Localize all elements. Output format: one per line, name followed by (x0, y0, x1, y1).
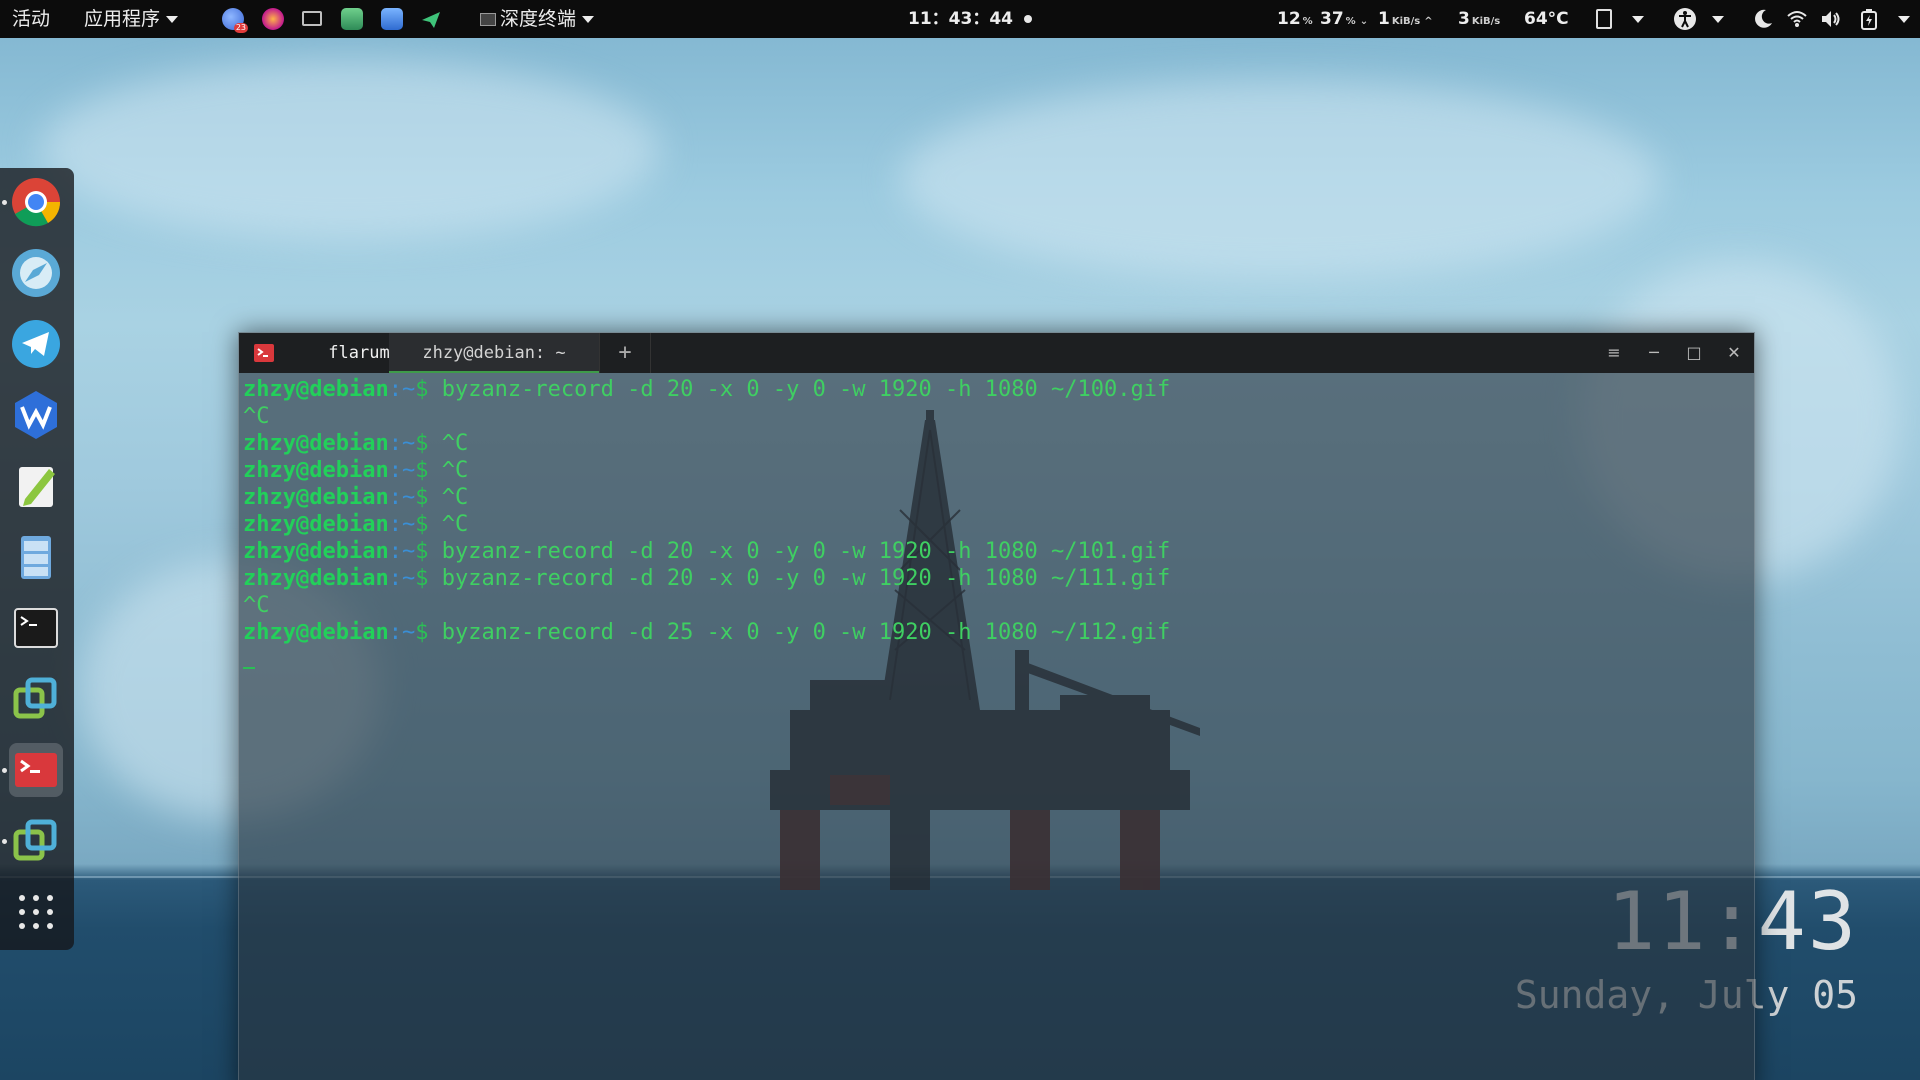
dock-item-deepin-terminal[interactable] (9, 743, 63, 797)
terminal-line: zhzy@debian:~$ byzanz-record -d 20 -x 0 … (243, 566, 1171, 591)
cpu-value: 12 (1277, 9, 1301, 29)
vmware-icon (13, 819, 57, 861)
terminal-output[interactable]: zhzy@debian:~$ byzanz-record -d 20 -x 0 … (243, 373, 1750, 1080)
terminal-line: ^C (243, 593, 270, 618)
app-grid-icon (19, 895, 53, 929)
chevron-down-icon[interactable] (1632, 16, 1644, 23)
volume-icon[interactable] (1820, 8, 1842, 30)
active-app-label: 深度终端 (500, 8, 577, 30)
dock (0, 168, 74, 950)
close-button[interactable]: ✕ (1714, 333, 1754, 373)
terminal-window[interactable]: flarum zhzy@debian: ~ + ≡ ─ □ ✕ zhzy@deb… (238, 332, 1755, 1080)
dock-item-terminal[interactable] (9, 601, 63, 655)
wifi-icon[interactable] (1786, 8, 1808, 30)
net-download: 1 KiB/s ^ (1378, 0, 1435, 38)
cpu-temperature: 64°C (1524, 9, 1569, 29)
maximize-button[interactable]: □ (1674, 333, 1714, 373)
running-indicator (2, 839, 7, 844)
telegram-icon (12, 320, 60, 368)
net-download-value: 1 (1378, 9, 1390, 29)
chevron-down-icon[interactable] (1898, 16, 1910, 23)
dock-item-chrome[interactable] (9, 175, 63, 229)
notification-dot-icon (1024, 15, 1032, 23)
night-mode-icon[interactable] (1752, 8, 1774, 30)
chevron-down-icon (166, 16, 179, 23)
memory-unit: % (1345, 16, 1356, 27)
send-icon[interactable] (422, 11, 444, 33)
desktop: 11:43 Sunday, July 05 活动 应用程序 23 深度终端 11… (0, 0, 1920, 1080)
dock-item-text-editor[interactable] (9, 459, 63, 513)
running-indicator (2, 200, 7, 205)
cpu-usage: 12% (1277, 0, 1315, 38)
dock-item-vmware-2[interactable] (9, 814, 63, 868)
chrome-icon (12, 178, 61, 227)
clipboard-icon[interactable] (1596, 9, 1612, 29)
terminal-cursor-line (243, 646, 1750, 673)
terminal-line: zhzy@debian:~$ byzanz-record -d 20 -x 0 … (243, 377, 1171, 402)
wallpaper-cloud (900, 80, 1660, 280)
deepin-terminal-icon (15, 753, 57, 787)
chevron-down-icon (582, 16, 595, 23)
accessibility-icon[interactable] (1674, 8, 1696, 30)
wps-icon (15, 391, 57, 439)
terminal-line: zhzy@debian:~$ byzanz-record -d 20 -x 0 … (243, 539, 1171, 564)
dock-item-vmware[interactable] (9, 672, 63, 726)
terminal-line: zhzy@debian:~$ byzanz-record -d 25 -x 0 … (243, 620, 1171, 645)
memory-usage: 37% ⌄ (1320, 0, 1370, 38)
minimize-button[interactable]: ─ (1634, 333, 1674, 373)
terminal-line: zhzy@debian:~$ ^C (243, 512, 469, 537)
net-upload-unit: KiB/s (1471, 16, 1501, 27)
text-cursor (243, 667, 255, 669)
active-app-menu[interactable]: 深度终端 (480, 0, 595, 38)
net-upload-value: 3 (1458, 9, 1470, 29)
memory-value: 37 (1320, 9, 1344, 29)
terminal-line: ^C (243, 404, 270, 429)
vmware-icon (13, 677, 57, 719)
running-indicator (2, 768, 7, 773)
terminal-line: zhzy@debian:~$ ^C (243, 458, 469, 483)
terminal-titlebar[interactable]: flarum zhzy@debian: ~ + ≡ ─ □ ✕ (239, 333, 1754, 373)
up-arrow-icon: ^ (1424, 16, 1433, 27)
top-clock[interactable]: 11：43：44 (908, 0, 1013, 38)
chrome-tray-icon[interactable]: 23 (222, 8, 248, 33)
dock-item-wps[interactable] (9, 388, 63, 442)
dock-item-file-manager[interactable] (9, 530, 63, 584)
keyboard-icon[interactable] (302, 11, 322, 26)
browser-icon (12, 249, 60, 297)
dock-item-app-grid[interactable] (9, 885, 63, 939)
menu-button[interactable]: ≡ (1594, 333, 1634, 373)
applications-menu-label: 应用程序 (84, 8, 161, 30)
text-editor-icon (19, 467, 55, 507)
dock-item-telegram[interactable] (9, 317, 63, 371)
cpu-unit: % (1302, 16, 1313, 27)
dock-item-browser[interactable] (9, 246, 63, 300)
wallpaper-cloud (40, 60, 660, 240)
activities-button[interactable]: 活动 (12, 0, 50, 38)
terminal-line: zhzy@debian:~$ ^C (243, 485, 469, 510)
applications-menu[interactable]: 应用程序 (84, 0, 179, 38)
chevron-down-icon: ⌄ (1359, 16, 1369, 27)
firefox-tray-icon[interactable] (262, 8, 284, 30)
net-upload: 3 KiB/s (1458, 0, 1502, 38)
net-download-unit: KiB/s (1391, 16, 1421, 27)
top-panel: 活动 应用程序 23 深度终端 11：43：44 12% 37% ⌄ 1 KiB/s… (0, 0, 1920, 38)
file-manager-icon (21, 536, 51, 579)
chevron-down-icon[interactable] (1712, 16, 1724, 23)
deepin-terminal-app-icon (254, 344, 274, 362)
terminal-line: zhzy@debian:~$ ^C (243, 431, 469, 456)
terminal-small-icon (480, 13, 496, 26)
new-tab-button[interactable]: + (599, 333, 651, 373)
screen-icon[interactable] (341, 8, 363, 30)
tab-zhzy-debian[interactable]: zhzy@debian: ~ (389, 333, 599, 373)
terminal-icon (14, 608, 58, 648)
printer-icon[interactable] (381, 8, 403, 30)
battery-icon[interactable] (1858, 8, 1880, 30)
notification-badge: 23 (233, 23, 248, 33)
